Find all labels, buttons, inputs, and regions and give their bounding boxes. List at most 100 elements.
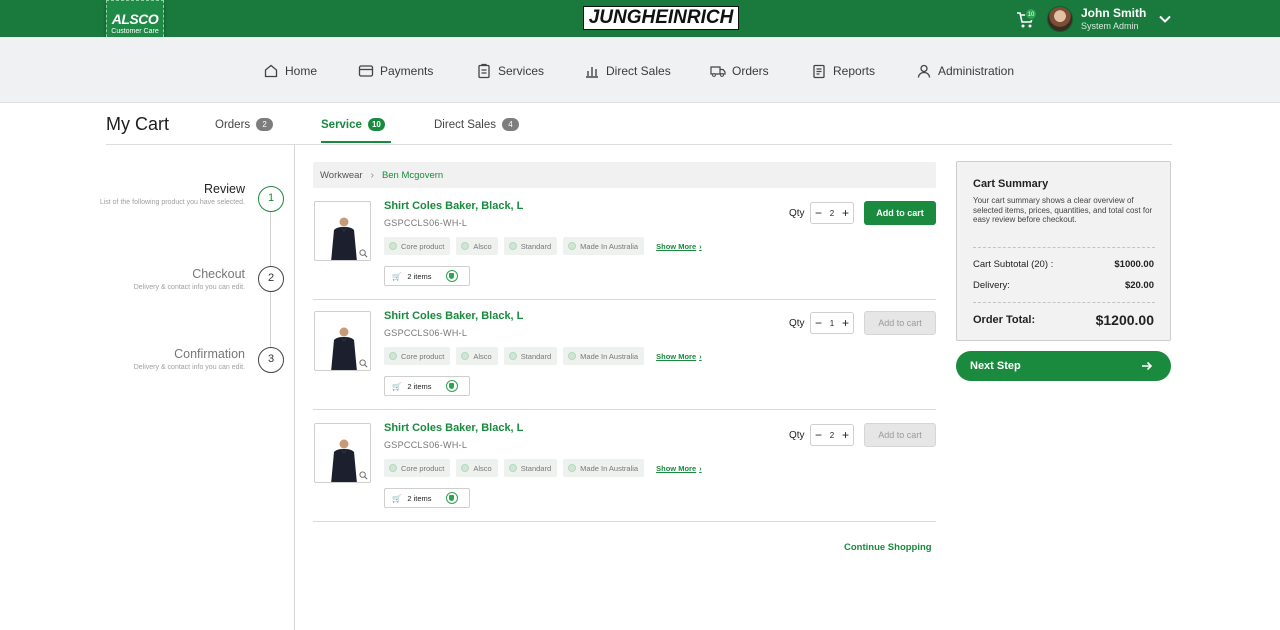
nav-home-label: Home [285, 64, 318, 78]
tag-label: Standard [520, 463, 552, 473]
cart-count-badge: 10 [1025, 8, 1037, 20]
show-more-link[interactable]: Show More › [656, 464, 702, 473]
alsco-logo[interactable]: ALSCO Customer Care [106, 0, 164, 42]
tag-icon [461, 352, 470, 360]
tabs-divider [106, 144, 1172, 145]
tag-label: Core product [401, 463, 445, 473]
tab-direct-sales-count: 4 [502, 118, 519, 131]
items-count-box[interactable]: 🛒 2 items [384, 376, 470, 396]
product-name[interactable]: Shirt Coles Baker, Black, L [384, 310, 523, 322]
tag-icon [461, 464, 470, 472]
zoom-icon[interactable] [359, 471, 368, 480]
arrow-right-icon [1142, 361, 1153, 371]
step-2-circle[interactable]: 2 [258, 266, 284, 292]
product-name[interactable]: Shirt Coles Baker, Black, L [384, 422, 523, 434]
add-to-cart-button[interactable]: Add to cart [864, 201, 936, 225]
add-to-cart-button[interactable]: Add to cart [864, 311, 936, 335]
next-step-button[interactable]: Next Step [956, 351, 1171, 381]
chevron-right-icon: › [699, 351, 702, 361]
qty-value[interactable]: 1 [830, 319, 834, 328]
breadcrumb: Workwear › Ben Mcgovern [313, 162, 936, 188]
add-to-cart-button[interactable]: Add to cart [864, 423, 936, 447]
clipboard-icon [478, 63, 490, 79]
nav-home[interactable]: Home [263, 63, 317, 79]
items-count: 2 items [407, 493, 432, 503]
step-3-circle[interactable]: 3 [258, 347, 284, 373]
show-more-label: Show More [656, 351, 697, 361]
chevron-down-icon[interactable] [1158, 12, 1172, 26]
step-review-desc: List of the following product you have s… [99, 199, 245, 206]
tag-icon [568, 242, 577, 250]
logo-title: ALSCO [111, 11, 159, 27]
avatar[interactable] [1047, 6, 1073, 32]
product-name[interactable]: Shirt Coles Baker, Black, L [384, 200, 523, 212]
summary-divider [973, 247, 1155, 248]
page-title: My Cart [106, 114, 169, 134]
minus-button[interactable]: − [815, 207, 822, 219]
tag-icon [568, 352, 577, 360]
user-name[interactable]: John Smith [1081, 6, 1146, 20]
nav-administration[interactable]: Administration [916, 63, 1014, 79]
plus-button[interactable]: + [842, 317, 849, 329]
card-icon [358, 65, 374, 77]
shirt-image [331, 439, 357, 482]
tag-icon [508, 464, 517, 472]
minus-button[interactable]: − [815, 429, 822, 441]
subtotal-row: Cart Subtotal (20) : $1000.00 [973, 259, 1154, 270]
step-confirmation-desc: Delivery & contact info you can edit. [133, 364, 245, 371]
nav-orders-label: Orders [732, 64, 769, 78]
tag-icon [461, 242, 470, 250]
tag-core-product: Core product [384, 347, 451, 365]
cart-item: Shirt Coles Baker, Black, L GSPCCLS06-WH… [313, 412, 936, 522]
tag-label: Standard [520, 351, 552, 361]
items-count-box[interactable]: 🛒 2 items [384, 488, 470, 508]
items-count-box[interactable]: 🛒 2 items [384, 266, 470, 286]
active-tab-indicator [321, 141, 391, 143]
quantity-stepper: − 2 + [810, 202, 854, 224]
tab-service[interactable]: Service 10 [321, 118, 385, 131]
tab-direct-sales[interactable]: Direct Sales 4 [434, 118, 519, 131]
step-checkout-title: Checkout [192, 267, 245, 281]
step-checkout-desc: Delivery & contact info you can edit. [133, 284, 245, 291]
order-total-row: Order Total: $1200.00 [973, 312, 1154, 328]
plus-button[interactable]: + [842, 429, 849, 441]
shield-icon [445, 380, 458, 392]
tag-label: Core product [401, 351, 445, 361]
items-count: 2 items [407, 271, 432, 281]
tag-alsco: Alsco [456, 237, 498, 255]
step-confirmation-title: Confirmation [174, 347, 245, 361]
zoom-icon[interactable] [359, 249, 368, 258]
qty-value[interactable]: 2 [830, 431, 834, 440]
nav-payments[interactable]: Payments [358, 63, 433, 79]
show-more-link[interactable]: Show More › [656, 352, 702, 361]
tab-orders[interactable]: Orders 2 [215, 118, 274, 131]
plus-button[interactable]: + [842, 207, 849, 219]
tab-service-label: Service [321, 118, 362, 131]
breadcrumb-parent[interactable]: Workwear [320, 170, 363, 181]
continue-shopping-link[interactable]: Continue Shopping [844, 542, 932, 553]
tag-icon [508, 352, 517, 360]
minus-button[interactable]: − [815, 317, 822, 329]
tag-alsco: Alsco [456, 347, 498, 365]
nav-direct-sales[interactable]: Direct Sales [584, 63, 671, 79]
bar-chart-icon [586, 67, 598, 78]
tag-icon [389, 464, 397, 472]
tag-label: Made In Australia [580, 241, 639, 251]
tag-label: Alsco [473, 463, 492, 473]
show-more-link[interactable]: Show More › [656, 242, 702, 251]
qty-value[interactable]: 2 [830, 209, 834, 218]
tag-label: Core product [401, 241, 445, 251]
product-image[interactable] [314, 423, 371, 483]
product-image[interactable] [314, 311, 371, 371]
product-sku: GSPCCLS06-WH-L [384, 440, 468, 450]
product-image[interactable] [314, 201, 371, 261]
cart-small-icon: 🛒 [392, 493, 402, 503]
zoom-icon[interactable] [359, 359, 368, 368]
nav-orders[interactable]: Orders [710, 63, 769, 79]
nav-payments-label: Payments [380, 64, 434, 78]
nav-reports[interactable]: Reports [811, 63, 875, 79]
nav-services[interactable]: Services [476, 63, 544, 79]
step-1-circle[interactable]: 1 [258, 186, 284, 212]
product-tags: Core product Alsco Standard Made In Aust… [384, 459, 702, 477]
quantity-stepper: − 2 + [810, 424, 854, 446]
